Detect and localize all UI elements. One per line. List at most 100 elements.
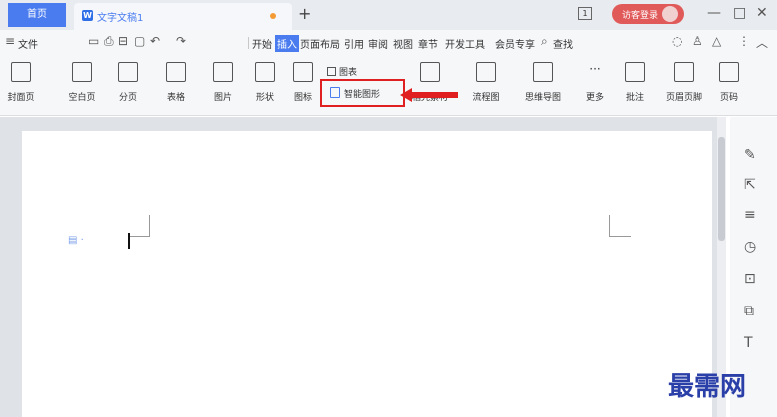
smart-shape-button[interactable]: 智能图形 [320, 79, 405, 107]
red-arrow-icon [400, 88, 458, 102]
menu-item-references[interactable]: 引用 [344, 36, 364, 51]
page-break-button[interactable]: 分页 [112, 62, 144, 103]
flowchart-label: 流程图 [472, 93, 500, 103]
blank-page-icon [72, 62, 92, 82]
export-pdf-icon[interactable]: ⎙ [104, 34, 114, 49]
docer-material-icon [420, 62, 440, 82]
comment-button[interactable]: 批注 [620, 62, 650, 103]
page-number-button[interactable]: 页码 [714, 62, 744, 103]
title-bar: 首页 W 文字文稿1 + 1 访客登录 — □ ✕ [0, 0, 777, 30]
smart-shape-label: 智能图形 [344, 90, 381, 100]
cloud-sync-icon[interactable]: ◌ [672, 34, 682, 48]
chart-button[interactable]: 图表 [327, 65, 357, 78]
doc-search-icon[interactable]: ⊡ [744, 271, 756, 287]
document-tab-title: 文字文稿1 [97, 13, 144, 24]
flowchart-button[interactable]: 流程图 [466, 62, 506, 103]
cover-page-button[interactable]: 封面页 [2, 62, 40, 103]
document-tab[interactable]: W 文字文稿1 [74, 3, 292, 30]
shape-button[interactable]: 形状 [248, 62, 282, 103]
close-button[interactable]: ✕ [756, 5, 768, 21]
table-icon [166, 62, 186, 82]
more-dots-icon: ··· [589, 62, 601, 76]
hamburger-menu-icon[interactable]: ≡ [5, 34, 15, 48]
paragraph-icon[interactable]: ▤ · [68, 235, 84, 246]
cursor-icon[interactable]: ⇱ [744, 177, 756, 193]
more-button[interactable]: ··· 更多 [580, 62, 610, 103]
picture-button[interactable]: 图片 [206, 62, 240, 103]
menu-item-vip[interactable]: 会员专享 [495, 36, 535, 51]
mindmap-label: 思维导图 [524, 93, 561, 103]
menu-item-developer[interactable]: 开发工具 [445, 36, 485, 51]
table-label: 表格 [166, 93, 185, 103]
guest-login-button[interactable]: 访客登录 [612, 4, 684, 24]
text-cursor [128, 233, 130, 249]
doc-copy-icon[interactable]: ⧉ [744, 303, 754, 319]
margin-corner-top-right [609, 215, 631, 237]
watermark-logo: 最需网 [668, 372, 747, 402]
page-number-label: 页码 [719, 93, 738, 103]
preview-icon[interactable]: ▢ [134, 34, 145, 48]
menu-bar: ≡ 文件 ▭ ⎙ ⊟ ▢ ↶ ↷ 开始 插入 页面布局 引用 审阅 视图 章节 … [0, 30, 777, 56]
menu-item-review[interactable]: 审阅 [368, 36, 388, 51]
blank-page-label: 空白页 [68, 93, 96, 103]
tab-count-badge[interactable]: 1 [578, 7, 592, 20]
menu-separator [248, 37, 249, 49]
page-break-label: 分页 [118, 93, 137, 103]
pen-icon[interactable]: ✎ [744, 147, 756, 163]
shape-label: 形状 [255, 93, 274, 103]
page-number-icon [719, 62, 739, 82]
margin-corner-top-left [128, 215, 150, 237]
menu-item-insert[interactable]: 插入 [275, 35, 299, 52]
mindmap-button[interactable]: 思维导图 [518, 62, 568, 103]
table-button[interactable]: 表格 [160, 62, 192, 103]
chart-icon [327, 67, 336, 76]
icon-library-icon [293, 62, 313, 82]
document-page[interactable]: ▤ · [22, 131, 712, 417]
avatar [662, 6, 678, 22]
clock-icon[interactable]: ◷ [744, 239, 756, 255]
redo-icon[interactable]: ↷ [176, 34, 186, 48]
page-break-icon [118, 62, 138, 82]
collapse-ribbon-icon[interactable]: ︿ [756, 34, 768, 51]
search-button[interactable]: 查找 [553, 36, 573, 51]
text-icon[interactable]: T [744, 335, 753, 351]
file-menu[interactable]: 文件 [18, 36, 38, 51]
mindmap-icon [533, 62, 553, 82]
collaborate-icon[interactable]: ♙ [692, 34, 703, 48]
sliders-icon[interactable]: ≡ [744, 207, 756, 223]
comment-icon [625, 62, 645, 82]
share-icon[interactable]: △ [712, 34, 721, 48]
document-workspace: ▤ · [0, 117, 726, 417]
smart-shape-icon [330, 87, 340, 98]
menu-item-chapter[interactable]: 章节 [418, 36, 438, 51]
home-tab[interactable]: 首页 [8, 3, 66, 27]
menu-item-page-layout[interactable]: 页面布局 [300, 36, 340, 51]
shape-icon [255, 62, 275, 82]
maximize-button[interactable]: □ [733, 5, 746, 21]
undo-icon[interactable]: ↶ [150, 34, 160, 48]
more-label: 更多 [585, 93, 604, 103]
search-icon[interactable]: ⌕ [541, 34, 548, 49]
header-footer-icon [674, 62, 694, 82]
writer-doc-icon: W [82, 10, 93, 21]
minimize-button[interactable]: — [707, 5, 721, 21]
save-icon[interactable]: ▭ [88, 34, 99, 48]
print-icon[interactable]: ⊟ [118, 34, 128, 48]
icon-library-button[interactable]: 图标 [286, 62, 320, 103]
more-options-icon[interactable]: ⋮ [738, 34, 750, 48]
unsaved-dot-icon [270, 13, 276, 19]
cover-page-label: 封面页 [7, 93, 35, 103]
cover-page-icon [11, 62, 31, 82]
comment-label: 批注 [625, 93, 644, 103]
guest-login-label: 访客登录 [622, 11, 659, 21]
menu-item-home[interactable]: 开始 [252, 36, 272, 51]
chart-label: 图表 [339, 68, 358, 78]
scrollbar-thumb[interactable] [718, 137, 725, 241]
menu-item-view[interactable]: 视图 [393, 36, 413, 51]
header-footer-button[interactable]: 页眉页脚 [664, 62, 704, 103]
header-footer-label: 页眉页脚 [665, 93, 702, 103]
flowchart-icon [476, 62, 496, 82]
new-tab-button[interactable]: + [298, 4, 311, 23]
icon-library-label: 图标 [293, 93, 312, 103]
blank-page-button[interactable]: 空白页 [64, 62, 100, 103]
